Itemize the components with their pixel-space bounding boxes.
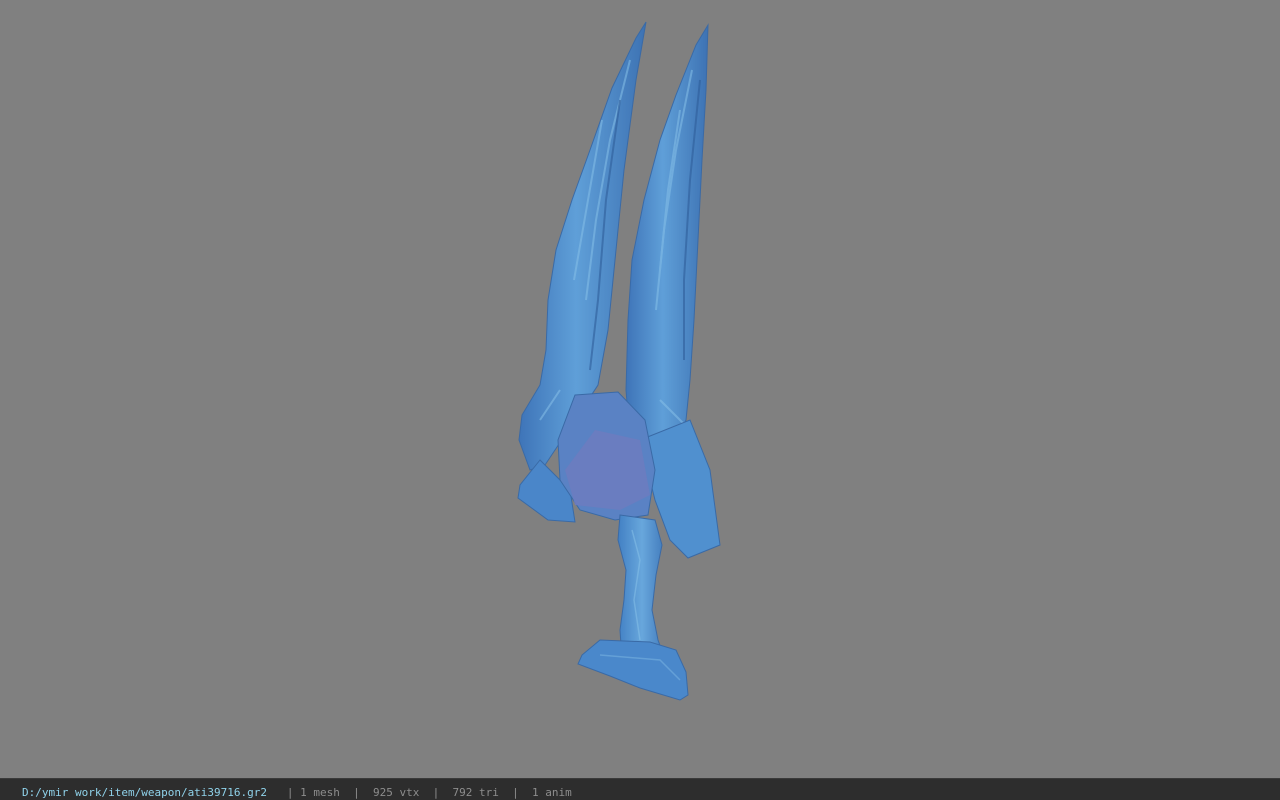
separator: |	[353, 786, 360, 799]
separator: |	[512, 786, 519, 799]
vertex-count: 925 vtx	[373, 786, 420, 799]
handle	[617, 514, 667, 663]
mesh-count: 1 mesh	[300, 786, 340, 799]
triangle-count: 792 tri	[452, 786, 499, 799]
3d-viewport[interactable]	[0, 0, 1280, 778]
separator: |	[286, 786, 294, 799]
separator: |	[432, 786, 440, 799]
status-bar: D:/ymir work/item/weapon/ati39716.gr2 | …	[0, 778, 1280, 800]
right-blade	[625, 23, 709, 471]
anim-count: 1 anim	[532, 786, 572, 799]
pommel	[577, 639, 689, 701]
model-render	[517, 21, 721, 701]
file-path: D:/ymir work/item/weapon/ati39716.gr2	[22, 786, 268, 799]
